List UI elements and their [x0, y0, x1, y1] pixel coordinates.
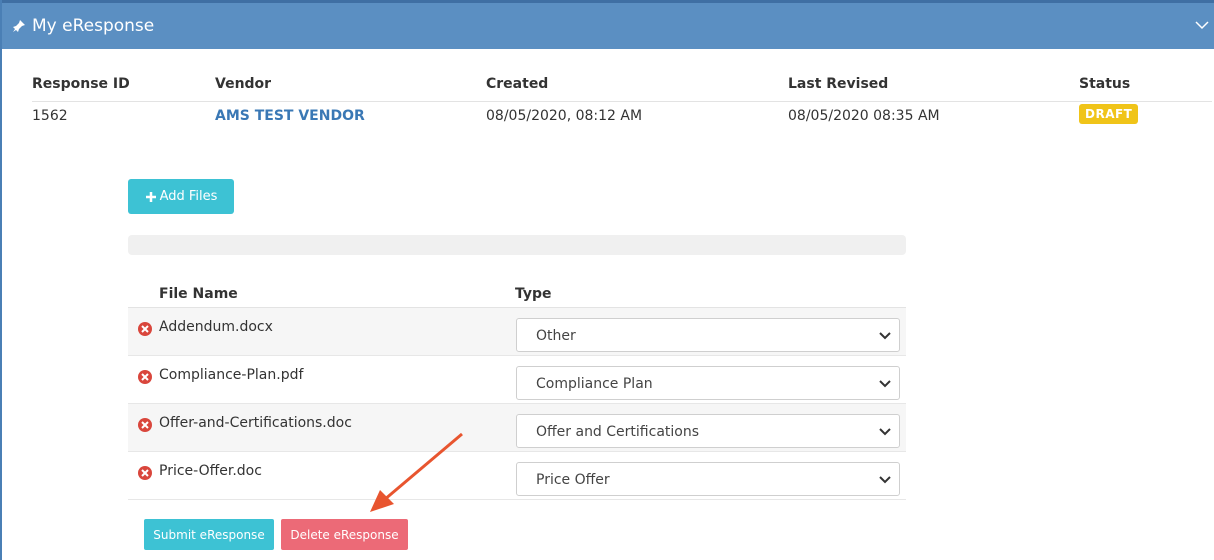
status-badge: DRAFT	[1079, 104, 1139, 124]
caret-down-icon	[879, 380, 891, 388]
file-name: Offer-and-Certifications.doc	[159, 415, 352, 431]
files-table: File Name Type Addendum.docx Other Compl…	[128, 282, 906, 500]
add-files-label: Add Files	[159, 189, 218, 204]
add-files-button[interactable]: Add Files	[128, 179, 234, 214]
file-row: Addendum.docx Other	[128, 308, 906, 356]
files-header-row: File Name Type	[128, 282, 906, 308]
header-created: Created	[486, 76, 549, 92]
submit-eresponse-button[interactable]: Submit eResponse	[144, 519, 274, 550]
delete-eresponse-button[interactable]: Delete eResponse	[281, 519, 408, 550]
file-row: Offer-and-Certifications.doc Offer and C…	[128, 404, 906, 452]
file-type-value: Price Offer	[536, 472, 610, 488]
created-date: 08/05/2020, 08:12 AM	[486, 108, 643, 124]
upload-progress-bar	[128, 235, 906, 255]
vendor-link[interactable]: AMS TEST VENDOR	[215, 108, 365, 124]
header-status: Status	[1079, 76, 1131, 92]
header-last-revised: Last Revised	[788, 76, 889, 92]
file-name: Price-Offer.doc	[159, 463, 262, 479]
file-row: Price-Offer.doc Price Offer	[128, 452, 906, 500]
panel-header[interactable]: My eResponse	[2, 0, 1214, 49]
file-type-select[interactable]: Price Offer	[516, 462, 900, 496]
plus-icon	[145, 191, 156, 202]
caret-down-icon	[879, 476, 891, 484]
remove-circle-icon[interactable]	[138, 322, 152, 336]
caret-down-icon	[879, 428, 891, 436]
file-type-select[interactable]: Offer and Certifications	[516, 414, 900, 448]
file-type-select[interactable]: Other	[516, 318, 900, 352]
file-type-value: Offer and Certifications	[536, 424, 700, 440]
remove-circle-icon[interactable]	[138, 418, 152, 432]
panel-title: My eResponse	[12, 16, 154, 36]
file-name: Compliance-Plan.pdf	[159, 367, 304, 383]
file-type-select[interactable]: Compliance Plan	[516, 366, 900, 400]
pin-icon	[13, 20, 25, 32]
eresponse-panel: My eResponse Response ID Vendor Created …	[0, 0, 1214, 560]
summary-header-row: Response ID Vendor Created Last Revised …	[32, 76, 1212, 102]
last-revised-date: 08/05/2020 08:35 AM	[788, 108, 940, 124]
file-name: Addendum.docx	[159, 319, 273, 335]
response-id: 1562	[32, 108, 68, 124]
caret-down-icon	[879, 332, 891, 340]
chevron-down-icon[interactable]	[1194, 17, 1210, 33]
file-row: Compliance-Plan.pdf Compliance Plan	[128, 356, 906, 404]
remove-circle-icon[interactable]	[138, 466, 152, 480]
file-type-value: Other	[536, 328, 576, 344]
summary-row: 1562 AMS TEST VENDOR 08/05/2020, 08:12 A…	[32, 102, 1212, 128]
header-type: Type	[515, 286, 552, 302]
response-summary-table: Response ID Vendor Created Last Revised …	[32, 76, 1212, 128]
header-file-name: File Name	[159, 286, 238, 302]
header-response-id: Response ID	[32, 76, 130, 92]
header-vendor: Vendor	[215, 76, 272, 92]
file-type-value: Compliance Plan	[536, 376, 653, 392]
panel-title-text: My eResponse	[32, 16, 155, 36]
remove-circle-icon[interactable]	[138, 370, 152, 384]
annotation-arrow	[370, 432, 463, 512]
